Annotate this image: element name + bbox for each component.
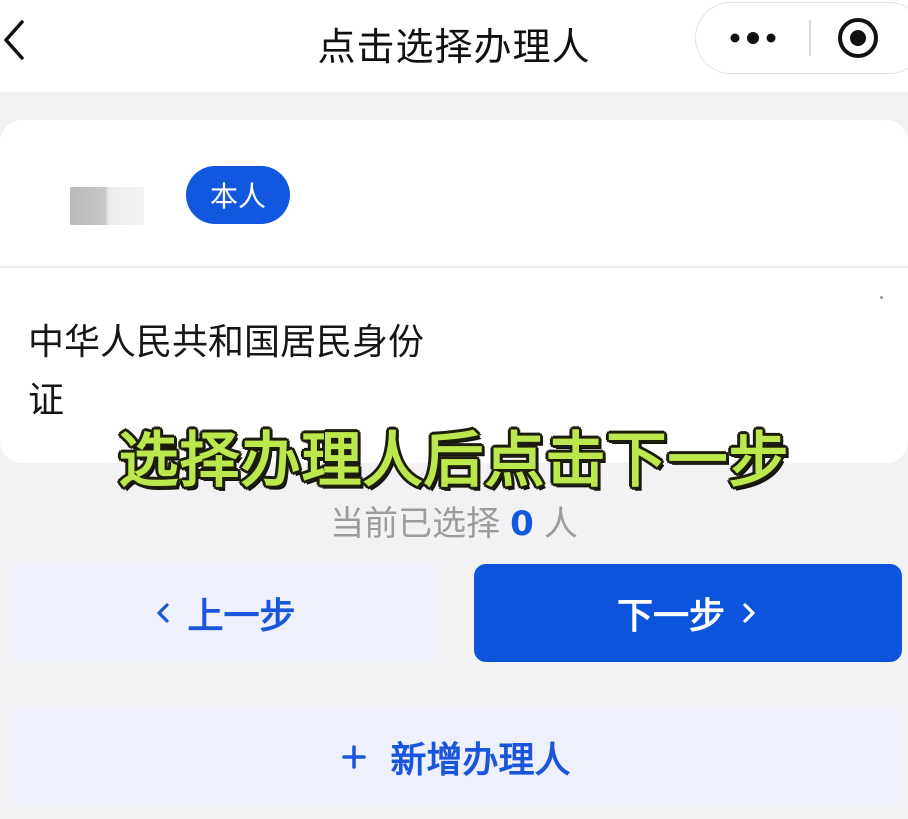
more-menu-button[interactable] — [696, 3, 809, 73]
handler-card-header: 本人 — [0, 120, 908, 299]
self-badge: 本人 — [186, 166, 290, 224]
blurred-name — [70, 187, 144, 225]
selected-count-text: 当前已选择 0 人 — [0, 496, 908, 545]
dot-marker — [880, 296, 883, 299]
selected-count-prefix: 当前已选择 — [330, 504, 501, 544]
plus-icon — [342, 745, 367, 769]
add-handler-button[interactable]: 新增办理人 — [11, 708, 902, 806]
previous-step-button[interactable]: 上一步 — [11, 564, 438, 662]
next-step-label: 下一步 — [616, 596, 725, 637]
selected-count-value: 0 — [510, 504, 534, 544]
top-nav-bar: 点击选择办理人 — [0, 0, 908, 92]
id-document-type: 中华人民共和国居民身份证 — [28, 322, 425, 421]
target-icon — [838, 18, 878, 58]
more-dots-icon — [730, 32, 775, 44]
card-divider — [0, 266, 908, 268]
selected-count-suffix: 人 — [543, 504, 578, 544]
close-program-button[interactable] — [811, 3, 906, 73]
add-handler-label: 新增办理人 — [390, 740, 571, 781]
mini-program-capsule — [695, 2, 908, 74]
next-step-button[interactable]: 下一步 — [474, 564, 902, 662]
chevron-right-icon — [725, 599, 759, 627]
previous-step-label: 上一步 — [187, 596, 296, 637]
chevron-left-icon — [153, 599, 187, 627]
handler-card[interactable]: 本人 中华人民共和国居民身份证 — [0, 120, 908, 463]
